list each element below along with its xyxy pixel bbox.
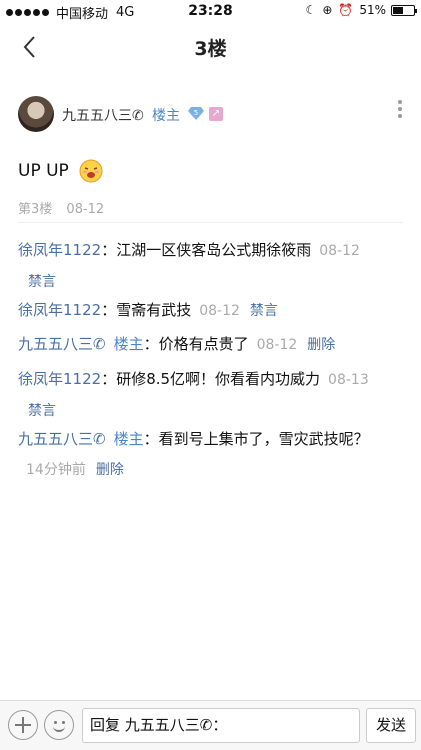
lock-rotation-icon: ⊕: [322, 3, 333, 17]
rank-arrow-icon: ↗: [209, 107, 223, 121]
reply-text: ：雪斋有武技: [101, 301, 192, 319]
battery-percent: 51%: [359, 3, 386, 17]
mute-button[interactable]: 禁言: [28, 274, 56, 290]
alarm-icon: ⏰: [338, 3, 354, 17]
reply-user[interactable]: 徐凤年1122: [18, 301, 101, 319]
more-options-icon[interactable]: [396, 100, 404, 122]
floor-number: 第3楼: [18, 202, 53, 217]
reply-text: ：江湖一区侠客岛公式期徐筱雨: [101, 241, 312, 259]
svg-text:5: 5: [194, 109, 198, 117]
delete-button[interactable]: 删除: [96, 462, 124, 478]
delete-button[interactable]: 删除: [307, 337, 335, 353]
nav-bar: 3楼: [0, 22, 421, 72]
post-content: UP UP: [18, 157, 103, 185]
owner-tag: 楼主: [152, 108, 180, 124]
reply-item: 徐凤年1122：研修8.5亿啊！你看看内功威力 08-13 禁言: [18, 364, 373, 426]
divider: [18, 222, 403, 223]
reply-item: 徐凤年1122：江湖一区侠客岛公式期徐筱雨 08-12 禁言: [18, 235, 373, 297]
reply-input[interactable]: 回复 九五五八三✆：: [82, 708, 360, 743]
reply-user[interactable]: 九五五八三✆: [18, 335, 106, 353]
post-header: 九五五八三✆ 楼主 5 ↗: [18, 96, 408, 136]
reply-user[interactable]: 徐凤年1122: [18, 241, 101, 259]
post-date: 08-12: [66, 202, 105, 217]
reply-item: 九五五八三✆ 楼主：看到号上集市了，雪灾武技呢？ 14分钟前 删除: [18, 424, 373, 485]
status-right: ☾ ⊕ ⏰ 51%: [300, 3, 417, 17]
reply-text: ：价格有点贵了: [143, 335, 249, 353]
post-meta: 第3楼 08-12: [18, 198, 104, 217]
add-attachment-button[interactable]: [8, 710, 38, 740]
post-text: UP UP: [18, 161, 69, 181]
reply-user[interactable]: 徐凤年1122: [18, 370, 101, 388]
reply-user[interactable]: 九五五八三✆: [18, 430, 106, 448]
owner-tag: 楼主: [113, 430, 144, 448]
reply-time: 08-12: [199, 303, 240, 319]
reply-time: 08-12: [319, 243, 360, 259]
reply-item: 徐凤年1122：雪斋有武技 08-12 禁言: [18, 295, 373, 326]
reply-time: 08-12: [256, 337, 298, 353]
reply-text: ：看到号上集市了，雪灾武技呢？: [143, 430, 369, 448]
battery-icon: [391, 4, 417, 16]
reply-text: ：研修8.5亿啊！你看看内功威力: [101, 370, 321, 388]
emoji-button[interactable]: [44, 710, 74, 740]
mute-button[interactable]: 禁言: [250, 303, 278, 319]
diamond-badge-icon: 5: [188, 107, 204, 120]
avatar[interactable]: [18, 96, 54, 132]
moon-icon: ☾: [305, 3, 317, 17]
status-bar: 中国移动 4G 23:28 ☾ ⊕ ⏰ 51%: [0, 0, 421, 22]
send-button[interactable]: 发送: [366, 708, 416, 743]
grinning-emoji-icon: [79, 159, 103, 183]
author-name[interactable]: 九五五八三✆: [62, 105, 144, 125]
reply-bar: 回复 九五五八三✆： 发送: [0, 700, 421, 750]
reply-item: 九五五八三✆ 楼主：价格有点贵了 08-12 删除: [18, 329, 373, 360]
mute-button[interactable]: 禁言: [28, 403, 56, 419]
reply-time: 08-13: [328, 372, 369, 388]
owner-tag: 楼主: [113, 335, 144, 353]
reply-time: 14分钟前: [26, 462, 86, 478]
page-title: 3楼: [194, 38, 227, 60]
